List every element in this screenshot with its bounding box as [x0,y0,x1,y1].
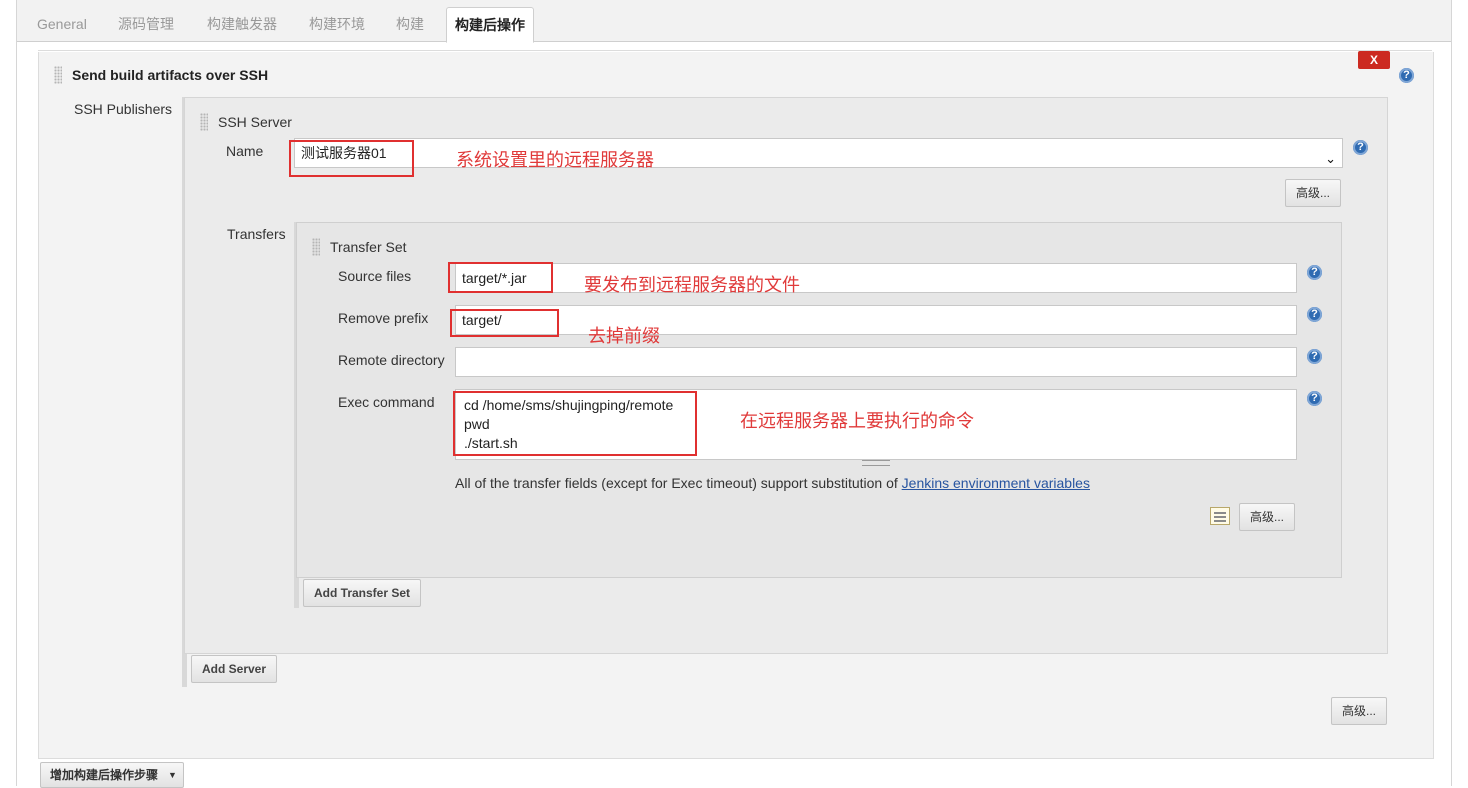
ssh-publishers-label: SSH Publishers [74,101,173,117]
page-border-left [16,0,17,786]
close-icon: X [1369,53,1378,67]
remote-directory-input[interactable] [455,347,1297,377]
jenkins-env-vars-link[interactable]: Jenkins environment variables [902,475,1090,491]
annotation-remove-prefix: 去掉前缀 [588,326,660,346]
ssh-server-title: SSH Server [218,114,292,130]
add-server-button[interactable]: Add Server [191,655,277,683]
question-circle-icon[interactable]: ? [1399,68,1414,83]
delete-section-button[interactable]: X [1358,51,1390,69]
question-circle-icon[interactable]: ? [1307,391,1322,406]
env-vars-note-text: All of the transfer fields (except for E… [455,475,902,491]
remove-prefix-input[interactable]: target/ [455,305,1297,335]
question-circle-icon[interactable]: ? [1307,349,1322,364]
page-border-right [1451,0,1452,786]
question-circle-icon[interactable]: ? [1307,265,1322,280]
source-files-input[interactable]: target/*.jar [455,263,1297,293]
tab-build-triggers[interactable]: 构建触发器 [199,8,285,40]
textarea-resize-handle[interactable] [862,460,890,466]
drag-handle-icon[interactable] [54,66,62,84]
section-title: Send build artifacts over SSH [72,67,269,83]
drag-handle-icon[interactable] [200,113,208,131]
tab-build-environment[interactable]: 构建环境 [301,8,373,40]
source-files-label: Source files [338,268,412,284]
name-label: Name [226,143,264,159]
add-post-build-step-label: 增加构建后操作步骤 [50,768,159,782]
add-transfer-set-button[interactable]: Add Transfer Set [303,579,421,607]
tab-scm[interactable]: 源码管理 [110,8,182,40]
exec-command-label: Exec command [338,394,435,410]
annotation-source-files: 要发布到远程服务器的文件 [584,275,800,295]
annotation-name: 系统设置里的远程服务器 [456,150,654,170]
remove-prefix-label: Remove prefix [338,310,429,326]
question-circle-icon[interactable]: ? [1353,140,1368,155]
add-post-build-step-button[interactable]: 增加构建后操作步骤 ▼ [40,762,184,788]
chevron-down-icon: ⌄ [1325,151,1336,166]
section-divider [38,50,1432,51]
caret-down-icon: ▼ [168,770,177,780]
ssh-server-name-select[interactable]: 测试服务器01 ⌄ [294,138,1343,168]
remote-directory-label: Remote directory [338,352,445,368]
config-tabs-bar: General 源码管理 构建触发器 构建环境 构建 构建后操作 [17,0,1451,43]
annotation-exec-command: 在远程服务器上要执行的命令 [740,411,974,431]
transfer-set-title: Transfer Set [330,239,407,255]
tab-build[interactable]: 构建 [388,8,432,40]
tab-post-build-actions[interactable]: 构建后操作 [446,7,534,43]
tab-general[interactable]: General [29,8,95,40]
ssh-server-advanced-button[interactable]: 高级... [1285,179,1341,207]
transfer-set-advanced-button[interactable]: 高级... [1239,503,1295,531]
ssh-server-name-value: 测试服务器01 [301,145,387,161]
env-vars-note: All of the transfer fields (except for E… [455,475,1090,491]
question-circle-icon[interactable]: ? [1307,307,1322,322]
drag-handle-icon[interactable] [312,238,320,256]
section-advanced-button[interactable]: 高级... [1331,697,1387,725]
transfers-label: Transfers [227,226,286,242]
notepad-pencil-icon[interactable] [1210,507,1230,525]
